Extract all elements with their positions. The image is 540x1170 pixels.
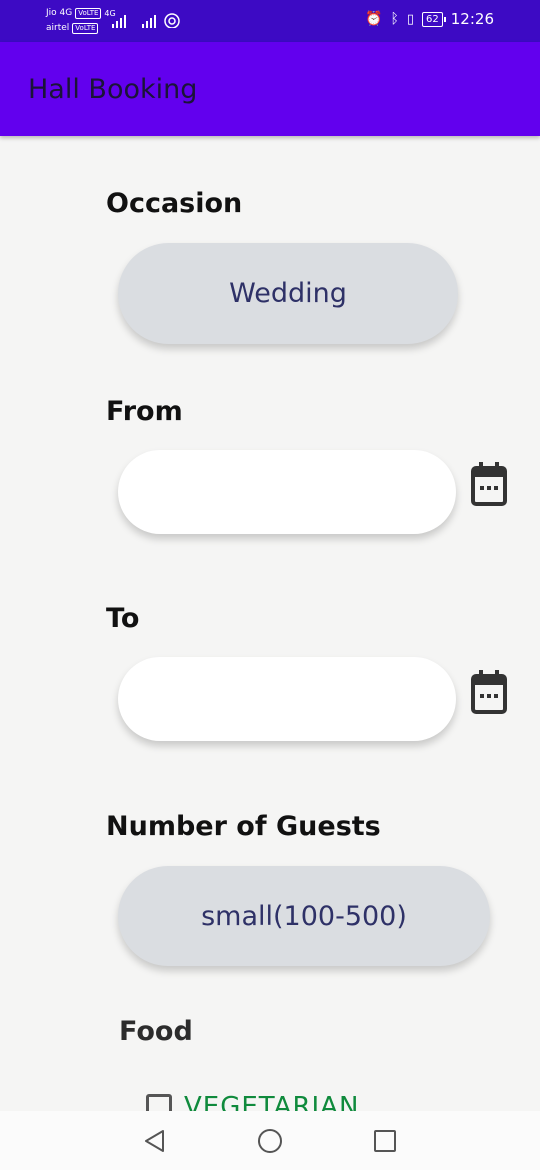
signal1-icon: [112, 12, 126, 28]
vibrate-icon: ▯: [406, 11, 415, 27]
occasion-label: Occasion: [106, 188, 243, 219]
back-button[interactable]: [141, 1127, 169, 1155]
status-bar: Jio 4G VoLTE 4G airtel VoLTE ⏰ ᛒ ▯ 62 12…: [0, 0, 540, 42]
status-right: ⏰ ᛒ ▯ 62 12:26: [365, 10, 494, 28]
occasion-value: Wedding: [229, 278, 347, 309]
carrier2-volte-tag: VoLTE: [72, 23, 99, 34]
carrier2-name: airtel: [46, 23, 70, 33]
occasion-dropdown[interactable]: Wedding: [118, 243, 458, 344]
carrier1-volte-tag: VoLTE: [75, 8, 102, 19]
recents-button[interactable]: [371, 1127, 399, 1155]
back-icon: [145, 1130, 164, 1152]
navigation-bar: [0, 1111, 540, 1170]
to-date-field[interactable]: [118, 657, 456, 741]
app-bar: Hall Booking: [0, 42, 540, 136]
from-date-field[interactable]: [118, 450, 456, 534]
food-label: Food: [119, 1016, 193, 1047]
from-calendar-icon[interactable]: [471, 462, 507, 506]
recents-icon: [374, 1130, 396, 1152]
guests-label: Number of Guests: [106, 811, 381, 842]
hotspot-icon: [164, 13, 180, 28]
app-title: Hall Booking: [28, 74, 198, 105]
guests-dropdown[interactable]: small(100-500): [118, 866, 490, 966]
bluetooth-icon: ᛒ: [390, 11, 399, 27]
clock: 12:26: [450, 10, 494, 28]
from-label: From: [106, 396, 183, 427]
to-label: To: [106, 603, 140, 634]
signal2-icon: [142, 12, 156, 28]
home-icon: [258, 1129, 282, 1153]
carrier-info: Jio 4G VoLTE 4G airtel VoLTE: [46, 6, 116, 36]
to-calendar-icon[interactable]: [471, 670, 507, 714]
home-button[interactable]: [256, 1127, 284, 1155]
alarm-icon: ⏰: [365, 11, 383, 27]
guests-value: small(100-500): [201, 900, 407, 932]
carrier1-name: Jio 4G: [46, 8, 73, 18]
battery-icon: 62: [422, 11, 446, 27]
